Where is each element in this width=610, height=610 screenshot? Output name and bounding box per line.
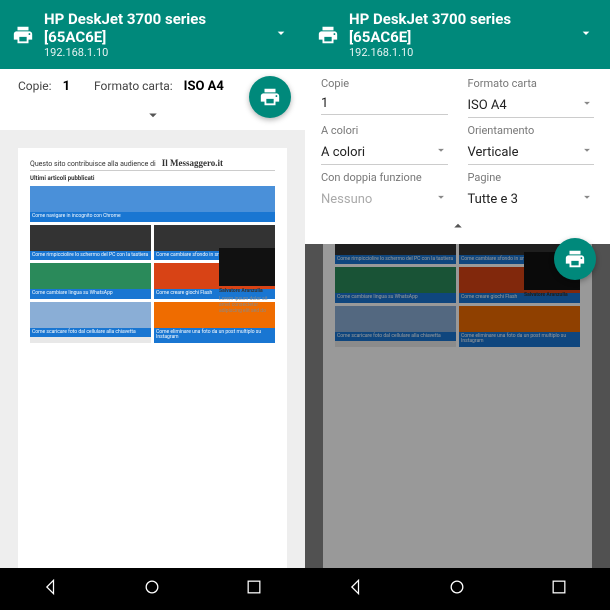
android-navbar	[0, 568, 305, 610]
print-options-expanded: Copie1 Formato cartaISO A4 A coloriA col…	[305, 69, 610, 244]
print-fab-button[interactable]	[249, 76, 291, 118]
printer-name: HP DeskJet 3700 series [65AC6E]	[44, 10, 263, 46]
print-header[interactable]: HP DeskJet 3700 series [65AC6E] 192.168.…	[0, 0, 305, 69]
article-card: Come cambiare lingua su WhatsApp	[30, 263, 151, 299]
color-dropdown[interactable]: A coloriA colori	[321, 124, 448, 165]
pages-dropdown[interactable]: PagineTutte e 3	[468, 171, 595, 211]
android-navbar	[305, 568, 610, 610]
paper-option: Formato carta: ISO A4	[94, 79, 224, 94]
printer-ip: 192.168.1.10	[349, 46, 568, 59]
back-button[interactable]	[346, 577, 366, 601]
author-box: Salvatore AranzullaLorem ipsum dolor sit…	[219, 248, 275, 314]
article-card: Come rimpicciolire lo schermo del PC con…	[30, 225, 151, 261]
chevron-down-icon[interactable]	[273, 25, 293, 45]
orientation-dropdown[interactable]: OrientamentoVerticale	[468, 124, 595, 165]
back-button[interactable]	[41, 577, 61, 601]
printer-icon	[12, 24, 34, 46]
section-title: Ultimi articoli pubblicati	[30, 175, 275, 182]
preview-page-1: Questo sito contribuisce alla audience d…	[323, 244, 592, 568]
print-preview-dimmed: Questo sito contribuisce alla audience d…	[305, 244, 610, 568]
print-fab-button[interactable]	[554, 238, 596, 280]
article-card: Come scaricare foto dal cellulare alla c…	[30, 302, 151, 343]
print-preview[interactable]: Questo sito contribuisce alla audience d…	[0, 130, 305, 568]
duplex-dropdown[interactable]: Con doppia funzioneNessuno	[321, 171, 448, 211]
chevron-down-icon[interactable]	[578, 25, 598, 45]
recent-button[interactable]	[549, 577, 569, 601]
printer-icon	[317, 24, 339, 46]
copies-option: Copie: 1	[18, 79, 70, 94]
preview-page-1[interactable]: Questo sito contribuisce alla audience d…	[18, 148, 287, 568]
paper-dropdown[interactable]: Formato cartaISO A4	[468, 77, 595, 118]
home-button[interactable]	[142, 577, 162, 601]
copies-field[interactable]: Copie1	[321, 77, 448, 118]
printer-name: HP DeskJet 3700 series [65AC6E]	[349, 10, 568, 46]
recent-button[interactable]	[244, 577, 264, 601]
print-header[interactable]: HP DeskJet 3700 series [65AC6E] 192.168.…	[305, 0, 610, 69]
printer-ip: 192.168.1.10	[44, 46, 263, 59]
collapse-options-button[interactable]	[321, 215, 594, 240]
home-button[interactable]	[447, 577, 467, 601]
article-card: Come navigare in incognito con Chrome	[30, 186, 275, 222]
